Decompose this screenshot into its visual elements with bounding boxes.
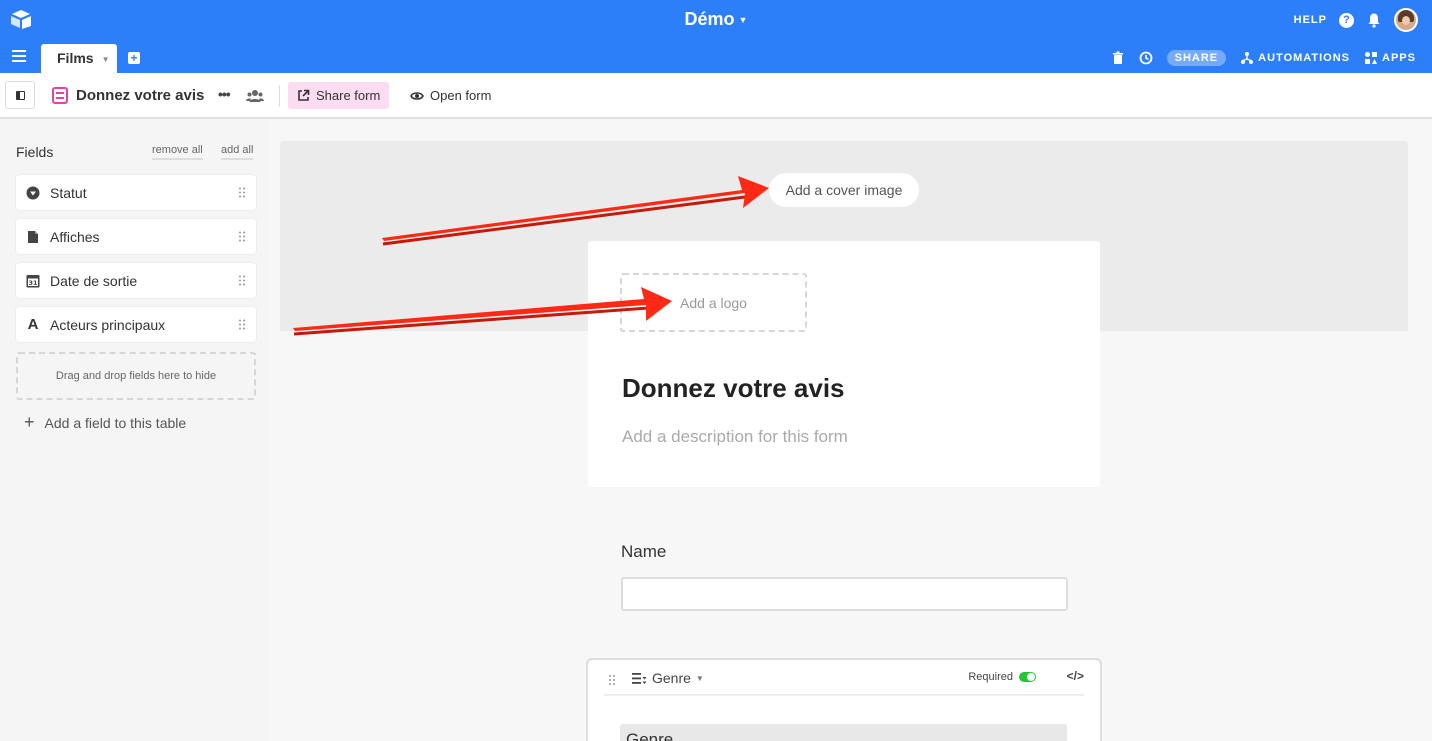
apps-icon	[1365, 52, 1378, 64]
calendar-icon-text: 31	[28, 279, 38, 287]
question-card-genre[interactable]: Genre ▼ Required </> Genre	[586, 658, 1102, 741]
automations-button[interactable]: AUTOMATIONS	[1240, 51, 1350, 65]
toggle-switch[interactable]	[1019, 672, 1036, 682]
form-header-card: Add a logo Donnez votre avis Add a descr…	[588, 241, 1100, 487]
add-field-button[interactable]: + Add a field to this table	[24, 412, 186, 433]
share-button[interactable]: SHARE	[1166, 50, 1227, 66]
more-options-icon[interactable]: •••	[218, 86, 231, 102]
field-item-label: Affiches	[50, 228, 100, 245]
field-item-acteurs-principaux[interactable]: A Acteurs principaux	[16, 307, 256, 342]
drag-handle-icon[interactable]	[238, 275, 246, 286]
top-right-actions: HELP ?	[1294, 8, 1418, 32]
field-item-label: Date de sortie	[50, 272, 138, 289]
tab-films[interactable]: Films ▼	[41, 44, 117, 73]
drag-handle-icon[interactable]	[608, 674, 616, 686]
plus-icon: +	[24, 412, 35, 432]
people-icon[interactable]	[246, 89, 264, 103]
add-all-button[interactable]: add all	[221, 144, 254, 160]
field-item-label: Acteurs principaux	[50, 316, 166, 333]
base-title-text: Démo	[684, 9, 735, 29]
file-icon	[16, 230, 50, 244]
share-form-label: Share form	[316, 88, 381, 103]
text-icon: A	[27, 316, 39, 333]
sidebar-toggle-button[interactable]	[5, 81, 35, 109]
required-label: Required	[968, 671, 1013, 683]
apps-button[interactable]: APPS	[1364, 51, 1416, 65]
bell-icon[interactable]	[1366, 12, 1382, 28]
history-icon[interactable]	[1139, 51, 1153, 65]
base-toolbar: SHARE AUTOMATIONS APPS	[1111, 48, 1416, 68]
name-input[interactable]	[621, 577, 1068, 611]
dropdown-circle-icon	[16, 186, 50, 200]
form-title[interactable]: Donnez votre avis	[622, 373, 845, 404]
automations-label: AUTOMATIONS	[1258, 52, 1351, 64]
remove-all-button[interactable]: remove all	[152, 144, 203, 160]
help-button[interactable]: HELP	[1294, 14, 1327, 26]
apps-label: APPS	[1382, 52, 1416, 64]
tab-films-label: Films	[57, 50, 94, 66]
fields-sidebar: Fields remove all add all Statut Affiche…	[0, 120, 270, 741]
field-item-affiches[interactable]: Affiches	[16, 219, 256, 254]
chevron-down-icon: ▼	[738, 15, 748, 26]
required-toggle[interactable]: Required	[968, 671, 1036, 683]
open-form-label: Open form	[430, 88, 492, 103]
eye-icon	[410, 91, 424, 100]
hamburger-menu-icon[interactable]	[12, 50, 26, 62]
form-description-field[interactable]: Add a description for this form	[622, 427, 848, 447]
field-item-label: Statut	[50, 184, 87, 201]
external-link-icon	[298, 89, 310, 101]
trash-icon[interactable]	[1111, 51, 1125, 65]
automations-icon	[1241, 52, 1254, 64]
field-type-label: Genre	[652, 670, 691, 686]
drag-handle-icon[interactable]	[238, 319, 246, 330]
code-icon[interactable]: </>	[1067, 669, 1084, 683]
add-table-icon[interactable]: +	[128, 52, 140, 64]
add-field-label: Add a field to this table	[44, 414, 187, 431]
drag-handle-icon[interactable]	[238, 231, 246, 242]
hidden-fields-drop-zone[interactable]: Drag and drop fields here to hide	[16, 352, 256, 400]
multi-select-icon	[632, 672, 647, 684]
open-form-button[interactable]: Open form	[410, 82, 491, 109]
chevron-down-icon: ▼	[695, 673, 704, 683]
divider	[279, 85, 280, 107]
base-title[interactable]: Démo ▼	[0, 9, 1432, 30]
view-name[interactable]: Donnez votre avis	[76, 87, 204, 104]
field-item-statut[interactable]: Statut	[16, 175, 256, 210]
chevron-down-icon[interactable]: ▼	[102, 55, 110, 64]
view-bar: Donnez votre avis ••• Share form Open fo…	[0, 73, 1432, 119]
question-label-name: Name	[621, 542, 667, 561]
form-canvas: Add a cover image Add a logo Donnez votr…	[280, 141, 1408, 741]
avatar[interactable]	[1394, 8, 1418, 32]
form-view-icon	[52, 87, 68, 104]
add-logo-button[interactable]: Add a logo	[620, 273, 807, 332]
share-form-button[interactable]: Share form	[288, 82, 390, 109]
add-cover-image-button[interactable]: Add a cover image	[769, 173, 919, 207]
question-label-genre: Genre	[620, 724, 1067, 741]
fields-heading: Fields	[16, 144, 54, 160]
sidebar-toggle-icon	[15, 90, 25, 100]
field-item-date-de-sortie[interactable]: 31 Date de sortie	[16, 263, 256, 298]
calendar-icon: 31	[16, 274, 50, 288]
question-card-header: Genre ▼ Required </>	[604, 668, 1084, 696]
drag-handle-icon[interactable]	[238, 187, 246, 198]
field-type-selector[interactable]: Genre ▼	[632, 670, 704, 686]
help-icon[interactable]: ?	[1339, 12, 1354, 28]
top-bar: Démo ▼ HELP ? Films ▼ + SHARE AUTOMATIONS	[0, 0, 1432, 73]
